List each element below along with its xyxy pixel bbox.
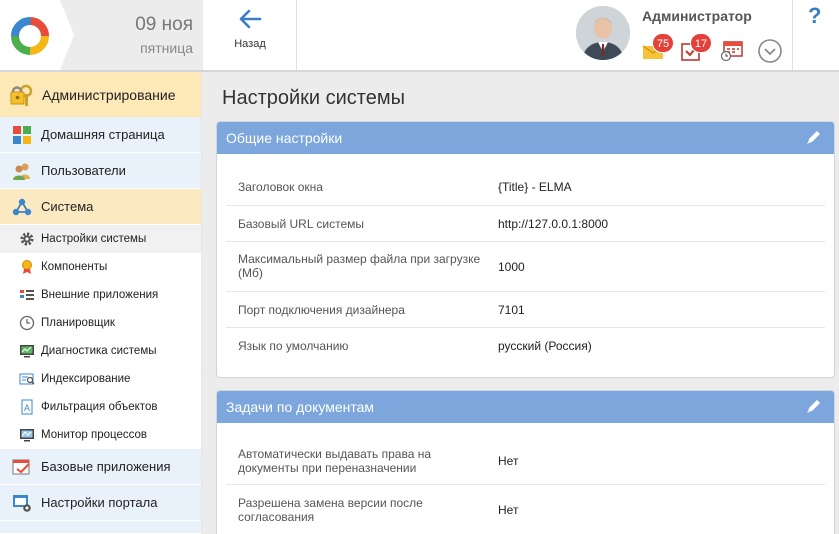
sidebar-subitem-scheduler[interactable]: Планировщик bbox=[0, 309, 201, 337]
external-apps-icon bbox=[20, 290, 34, 300]
row-value: {Title} - ELMA bbox=[498, 180, 572, 194]
sidebar-item-more[interactable] bbox=[0, 521, 201, 534]
sidebar-subitem-label: Планировщик bbox=[41, 317, 115, 329]
back-label: Назад bbox=[234, 38, 266, 50]
sidebar-item-label: Базовые приложения bbox=[41, 459, 171, 474]
card-header: Общие настройки bbox=[217, 122, 834, 154]
tasks-badge: 17 bbox=[690, 33, 712, 53]
sidebar: Администрирование Домашняя страница Поль… bbox=[0, 72, 201, 534]
gear-icon bbox=[20, 232, 34, 246]
sidebar-subitem-object-filtering[interactable]: A Фильтрация объектов bbox=[0, 393, 201, 421]
card-title: Общие настройки bbox=[226, 130, 343, 146]
settings-row: Максимальный размер файла при загрузке (… bbox=[226, 242, 825, 292]
row-value: Нет bbox=[498, 503, 519, 517]
row-value: Нет bbox=[498, 454, 519, 468]
elma-logo-icon bbox=[11, 17, 49, 55]
sidebar-subitem-diagnostics[interactable]: Диагностика системы bbox=[0, 337, 201, 365]
row-value: русский (Россия) bbox=[498, 339, 592, 353]
sidebar-subitem-process-monitor[interactable]: Монитор процессов bbox=[0, 421, 201, 449]
general-settings-card: Общие настройки Заголовок окна {Title} -… bbox=[216, 121, 835, 378]
sidebar-subitem-label: Диагностика системы bbox=[41, 345, 157, 357]
sidebar-subitem-components[interactable]: Компоненты bbox=[0, 253, 201, 281]
settings-row: Разрешена замена версии после согласован… bbox=[226, 485, 825, 534]
row-label: Автоматически выдавать права на документ… bbox=[238, 447, 432, 475]
sidebar-section-administration[interactable]: Администрирование bbox=[0, 72, 201, 117]
chevron-down-icon[interactable] bbox=[758, 39, 782, 63]
sidebar-subitem-label: Компоненты bbox=[41, 261, 108, 273]
card-title: Задачи по документам bbox=[226, 399, 375, 415]
messages-badge: 75 bbox=[652, 33, 674, 53]
settings-row: Порт подключения дизайнера 7101 bbox=[226, 292, 825, 328]
settings-row: Автоматически выдавать права на документ… bbox=[226, 437, 825, 485]
settings-row: Заголовок окна {Title} - ELMA bbox=[226, 168, 825, 206]
calendar-icon[interactable] bbox=[720, 38, 744, 62]
sidebar-item-system[interactable]: Система bbox=[0, 189, 201, 225]
sidebar-item-users[interactable]: Пользователи bbox=[0, 153, 201, 189]
sidebar-item-home[interactable]: Домашняя страница bbox=[0, 117, 201, 153]
sidebar-item-label: Домашняя страница bbox=[41, 127, 165, 142]
user-area: Администратор 75 17 bbox=[566, 0, 792, 70]
row-label: Разрешена замена версии после согласован… bbox=[238, 496, 423, 524]
svg-text:A: A bbox=[24, 403, 30, 413]
card-header: Задачи по документам bbox=[217, 391, 834, 423]
sidebar-item-label: Настройки портала bbox=[41, 495, 158, 510]
sidebar-subitem-system-settings[interactable]: Настройки системы bbox=[0, 225, 201, 253]
portal-settings-icon bbox=[13, 494, 31, 512]
base-apps-icon bbox=[12, 459, 30, 474]
users-icon bbox=[13, 163, 30, 180]
row-label: Заголовок окна bbox=[238, 180, 323, 194]
sidebar-subitem-external-apps[interactable]: Внешние приложения bbox=[0, 281, 201, 309]
date-weekday: пятница bbox=[140, 40, 193, 56]
monitor-icon bbox=[20, 345, 34, 358]
sidebar-section-label: Администрирование bbox=[42, 86, 176, 103]
row-label: Максимальный размер файла при загрузке (… bbox=[238, 252, 481, 280]
pencil-edit-icon[interactable] bbox=[805, 129, 822, 146]
clock-icon bbox=[19, 315, 35, 331]
row-value: 1000 bbox=[498, 260, 525, 274]
user-photo-icon bbox=[576, 6, 630, 60]
lock-keys-icon bbox=[10, 84, 33, 106]
process-monitor-icon bbox=[20, 429, 34, 442]
pencil-edit-icon[interactable] bbox=[805, 398, 822, 415]
settings-row: Язык по умолчанию русский (Россия) bbox=[226, 328, 825, 366]
date-day: 09 ноя bbox=[135, 14, 193, 35]
help-icon: ? bbox=[808, 3, 822, 28]
sidebar-subitem-label: Индексирование bbox=[41, 373, 131, 385]
page-title: Настройки системы bbox=[222, 87, 405, 109]
row-label: Порт подключения дизайнера bbox=[238, 303, 405, 317]
back-arrow-icon bbox=[239, 9, 262, 29]
row-label: Базовый URL системы bbox=[238, 217, 364, 231]
sidebar-item-label: Пользователи bbox=[41, 163, 126, 178]
tiles-icon bbox=[13, 125, 31, 144]
sidebar-subitem-label: Фильтрация объектов bbox=[41, 401, 158, 413]
help-button[interactable]: ? bbox=[792, 0, 839, 70]
settings-row: Базовый URL системы http://127.0.0.1:800… bbox=[226, 206, 825, 242]
filter-doc-icon: A bbox=[21, 399, 33, 415]
sidebar-subitem-label: Настройки системы bbox=[41, 233, 147, 245]
user-avatar[interactable] bbox=[576, 6, 630, 60]
date-panel: 09 ноя пятница bbox=[60, 0, 203, 70]
row-label: Язык по умолчанию bbox=[238, 339, 349, 353]
logo-area[interactable] bbox=[0, 0, 60, 70]
sidebar-item-base-apps[interactable]: Базовые приложения bbox=[0, 449, 201, 485]
back-button[interactable]: Назад bbox=[203, 0, 297, 70]
user-name[interactable]: Администратор bbox=[642, 8, 752, 24]
system-nodes-icon bbox=[12, 198, 32, 215]
main-content: Настройки системы Общие настройки Заголо… bbox=[202, 72, 839, 534]
sidebar-subitem-indexing[interactable]: Индексирование bbox=[0, 365, 201, 393]
sidebar-item-label: Система bbox=[41, 199, 94, 214]
index-icon bbox=[19, 373, 35, 385]
sidebar-item-portal-settings[interactable]: Настройки портала bbox=[0, 485, 201, 521]
document-tasks-card: Задачи по документам Автоматически выдав… bbox=[216, 390, 835, 534]
top-header: 09 ноя пятница Назад Администратор 75 17… bbox=[0, 0, 839, 72]
sidebar-subitem-label: Внешние приложения bbox=[41, 289, 159, 301]
sidebar-subitem-label: Монитор процессов bbox=[41, 429, 148, 441]
row-value: 7101 bbox=[498, 303, 525, 317]
medal-icon bbox=[22, 260, 32, 274]
row-value: http://127.0.0.1:8000 bbox=[498, 217, 609, 231]
